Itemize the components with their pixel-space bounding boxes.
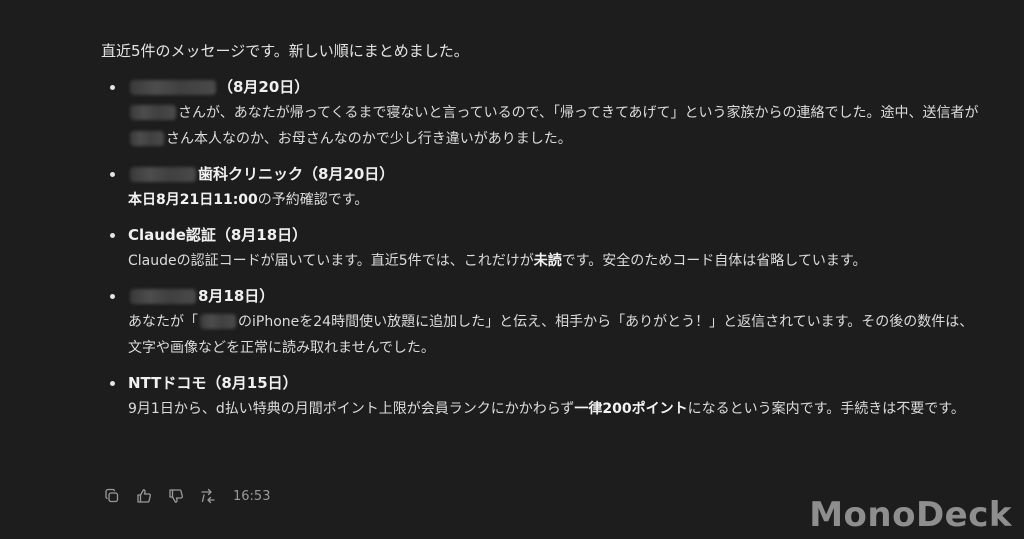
sender-date-label: Claude認証（8月18日） — [128, 226, 308, 244]
message-summary-text: あなたが「 のiPhoneを24時間使い放題に追加した」と伝え、相手から「ありがと… — [128, 309, 981, 361]
message-sender-date: （8月20日） — [128, 74, 981, 100]
thumbs-down-icon[interactable] — [167, 487, 185, 505]
message-summary-item: 8月18日） あなたが「 のiPhoneを24時間使い放題に追加した」と伝え、相手か… — [101, 283, 981, 361]
bullet-dot — [110, 233, 115, 238]
summary-text: のiPhoneを24時間使い放題に追加した」と伝え、相手から「ありがとう！」と返… — [128, 314, 974, 356]
summary-text: さん本人なのか、お母さんなのかで少し行き違いがありました。 — [166, 131, 572, 147]
summary-text: の予約確認です。 — [257, 192, 369, 208]
redacted-name — [130, 131, 164, 146]
emphasis-text: 本日8月21日11:00 — [128, 192, 258, 208]
message-sender-date: Claude認証（8月18日） — [128, 222, 981, 248]
sender-date-label: 8月18日） — [198, 287, 275, 305]
thumbs-up-icon[interactable] — [135, 487, 153, 505]
message-summary-text: Claudeの認証コードが届いています。直近5件では、これだけが未読です。安全の… — [128, 248, 981, 274]
bullet-dot — [110, 294, 115, 299]
message-summary-text: 9月1日から、d払い特典の月間ポイント上限が会員ランクにかかわらず一律200ポイ… — [128, 396, 981, 422]
bullet-dot — [110, 85, 115, 90]
message-sender-date: NTTドコモ（8月15日） — [128, 370, 981, 396]
sender-date-label: （8月20日） — [218, 78, 310, 96]
message-sender-date: 8月18日） — [128, 283, 981, 309]
copy-icon[interactable] — [103, 487, 121, 505]
message-summary-item: 歯科クリニック（8月20日） 本日8月21日11:00の予約確認です。 — [101, 161, 981, 213]
message-summary-item: Claude認証（8月18日） Claudeの認証コードが届いています。直近5件で… — [101, 222, 981, 274]
emphasis-text: 未読 — [533, 253, 562, 269]
message-summary-text: 本日8月21日11:00の予約確認です。 — [128, 187, 981, 213]
summary-text: あなたが「 — [128, 314, 198, 330]
redacted-name — [130, 105, 176, 120]
summary-text: です。安全のためコード自体は省略しています。 — [561, 253, 867, 269]
retry-icon[interactable] — [199, 487, 217, 505]
emphasis-text: 一律200ポイント — [574, 401, 688, 417]
summary-text: Claudeの認証コードが届いています。直近5件では、これだけが — [128, 253, 534, 269]
message-sender-date: 歯科クリニック（8月20日） — [128, 161, 981, 187]
summary-text: 9月1日から、d払い特典の月間ポイント上限が会員ランクにかかわらず — [128, 401, 575, 417]
message-summary-item: NTTドコモ（8月15日） 9月1日から、d払い特典の月間ポイント上限が会員ランク… — [101, 370, 981, 422]
message-actions: 16:53 — [103, 484, 270, 508]
intro-text: 直近5件のメッセージです。新しい順にまとめました。 — [101, 42, 469, 60]
redacted-name — [130, 80, 216, 95]
bullet-dot — [110, 381, 115, 386]
redacted-name — [130, 167, 196, 182]
sender-date-label: NTTドコモ（8月15日） — [128, 374, 298, 392]
watermark-logo: MonoDeck — [809, 495, 1012, 535]
assistant-message: 直近5件のメッセージです。新しい順にまとめました。 （8月20日） さんが、あなた… — [101, 38, 981, 431]
message-timestamp: 16:53 — [233, 488, 271, 504]
message-summary-list: （8月20日） さんが、あなたが帰ってくるまで寝ないと言っているので、「帰ってきて… — [101, 74, 981, 422]
summary-text: になるという案内です。手続きは不要です。 — [687, 401, 965, 417]
redacted-name — [200, 314, 236, 329]
sender-date-label: 歯科クリニック（8月20日） — [198, 165, 395, 183]
redacted-name — [130, 289, 196, 304]
message-summary-item: （8月20日） さんが、あなたが帰ってくるまで寝ないと言っているので、「帰ってきて… — [101, 74, 981, 152]
summary-text: さんが、あなたが帰ってくるまで寝ないと言っているので、「帰ってきてあげて」という… — [178, 105, 979, 121]
message-summary-text: さんが、あなたが帰ってくるまで寝ないと言っているので、「帰ってきてあげて」という… — [128, 100, 981, 152]
bullet-dot — [110, 172, 115, 177]
